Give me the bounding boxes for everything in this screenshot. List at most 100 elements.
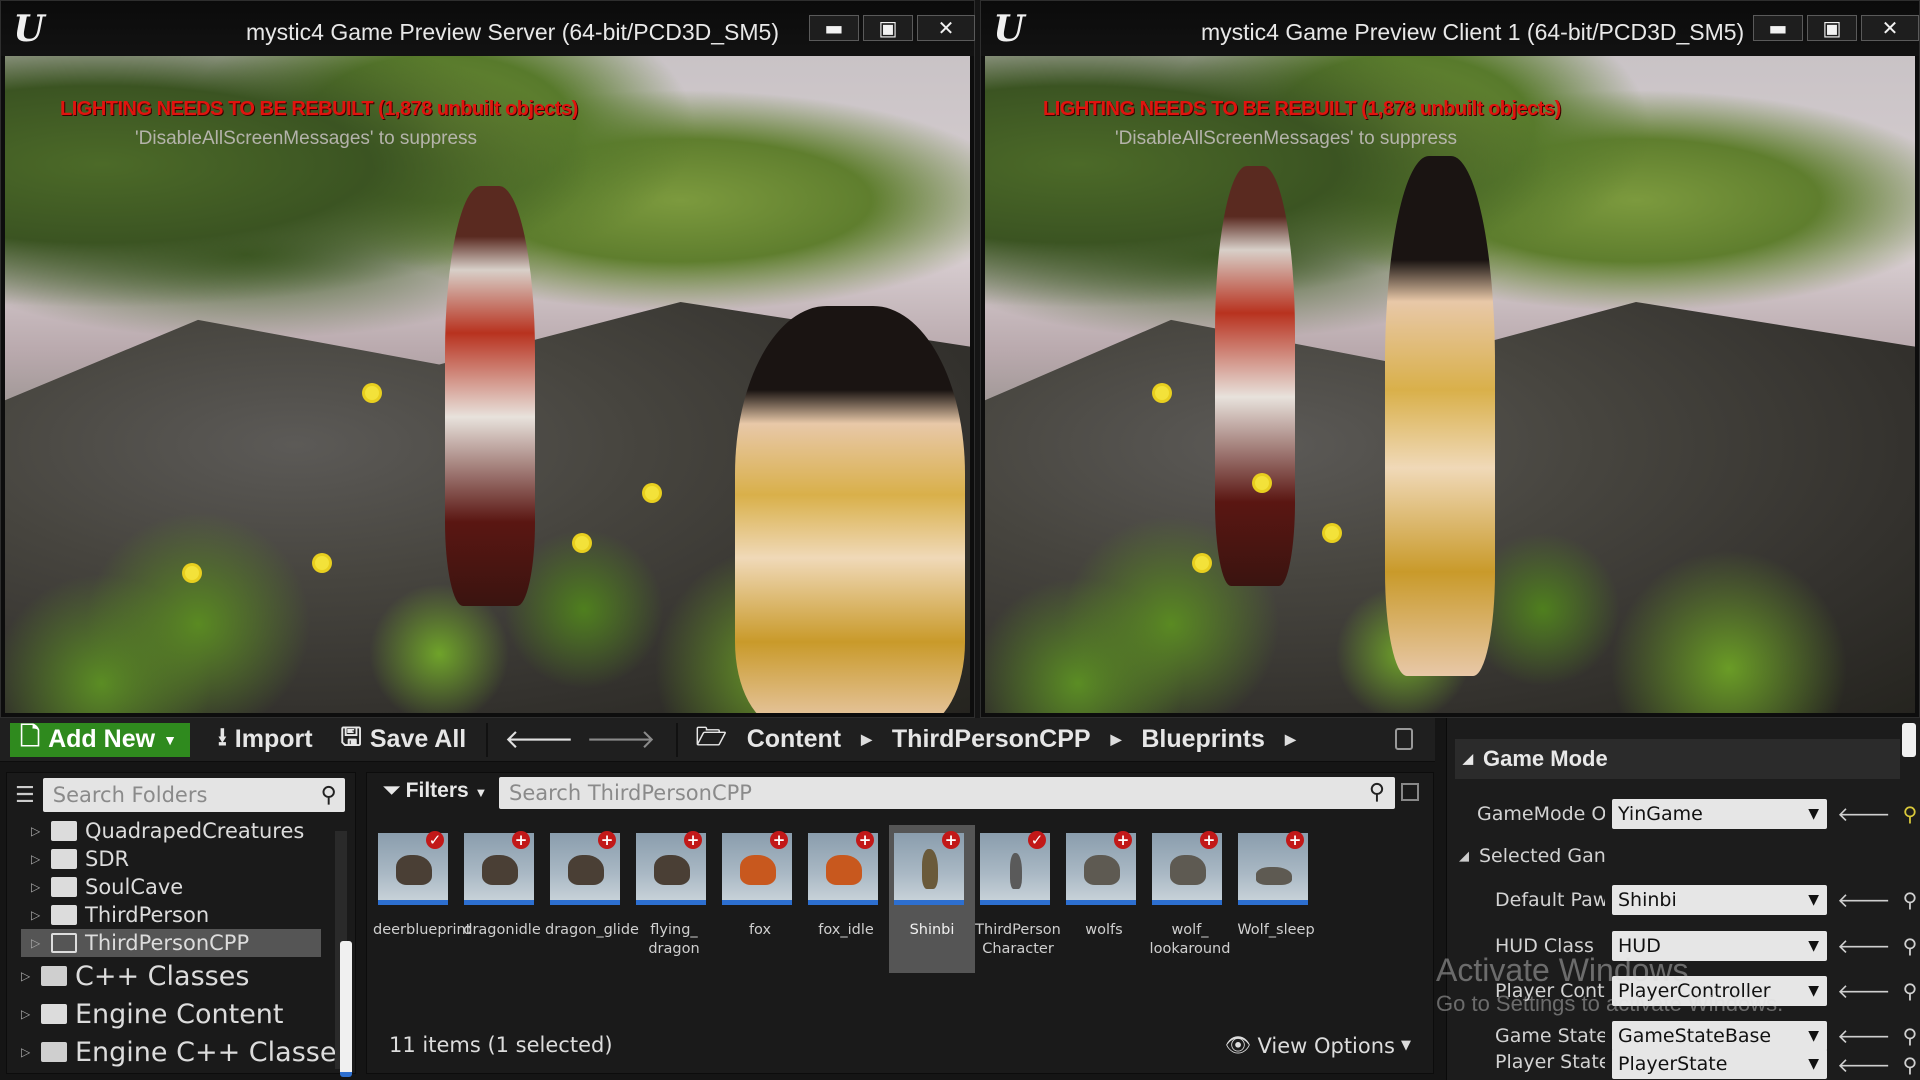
asset-tile[interactable]: + wolfs [1061, 825, 1147, 973]
preview-window-server[interactable]: U mystic4 Game Preview Server (64-bit/PC… [0, 0, 975, 718]
folder-item[interactable]: ▷ C++ Classes [21, 957, 355, 995]
folder-label: Engine Content [75, 998, 284, 1030]
preview-window-client[interactable]: U mystic4 Game Preview Client 1 (64-bit/… [980, 0, 1920, 718]
use-selected-arrow-icon[interactable]: 🡐 [1837, 802, 1891, 826]
asset-tile[interactable]: + fox_idle [803, 825, 889, 973]
import-button[interactable]: ⭳ Import [218, 718, 313, 761]
folder-item[interactable]: ▷ SDR [21, 845, 355, 873]
asset-tile[interactable]: + wolf_ lookaround [1147, 825, 1233, 973]
asset-label: flying_ dragon [648, 922, 700, 957]
maximize-button[interactable]: ▣ [863, 15, 913, 41]
browse-icon[interactable]: ⚲ [1903, 802, 1918, 826]
filters-button[interactable]: ⏷ Filters ▼ [383, 779, 487, 803]
game-viewport[interactable]: 'DisableAllScreenMessages' to suppress L… [5, 56, 970, 713]
asset-thumbnail: + [1066, 831, 1136, 905]
property-label: HUD Class [1495, 935, 1594, 957]
expand-arrow-icon[interactable]: ▷ [31, 852, 43, 866]
title-bar[interactable]: U mystic4 Game Preview Client 1 (64-bit/… [981, 1, 1919, 56]
breadcrumb-item[interactable]: Content [747, 725, 841, 754]
expand-arrow-icon[interactable]: ▷ [21, 1045, 33, 1059]
character-warrior [1215, 166, 1295, 586]
chevron-down-icon: ▼ [1808, 892, 1819, 908]
folder-scrollbar[interactable] [335, 831, 352, 1077]
details-scrollbar[interactable] [1902, 723, 1916, 757]
folder-item[interactable]: ▷ SoulCave [21, 873, 355, 901]
category-game-mode[interactable]: ◢ Game Mode [1455, 739, 1900, 779]
chevron-right-icon[interactable]: ▶ [1285, 731, 1296, 748]
view-options-button[interactable]: 👁 View Options ▼ [1225, 1033, 1411, 1058]
collapse-arrow-icon[interactable]: ◢ [1463, 751, 1473, 767]
chevron-down-icon: ▼ [1808, 983, 1819, 999]
wolf-thumbnail-icon [1256, 867, 1292, 885]
combo-value: PlayerState [1618, 1053, 1728, 1075]
gamemode-override-combo[interactable]: YinGame ▼ [1612, 799, 1827, 829]
asset-thumbnail: + [1238, 831, 1308, 905]
use-selected-arrow-icon[interactable]: 🡐 [1837, 934, 1891, 958]
collapse-arrow-icon[interactable]: ◢ [1459, 849, 1469, 864]
close-button[interactable]: ✕ [917, 15, 975, 41]
folder-item[interactable]: ▷ ThirdPerson [21, 901, 355, 929]
default-pawn-combo[interactable]: Shinbi ▼ [1612, 885, 1827, 915]
save-all-button[interactable]: 🖫 Save All [341, 718, 467, 761]
minimize-button[interactable]: ▬ [1753, 15, 1803, 41]
browse-icon[interactable]: ⚲ [1903, 1053, 1918, 1077]
browse-icon[interactable]: ⚲ [1903, 888, 1918, 912]
folder-item[interactable]: ▷ Engine Content [21, 995, 355, 1033]
lighting-warning: LIGHTING NEEDS TO BE REBUILT (1,878 unbu… [1043, 98, 1561, 120]
title-bar[interactable]: U mystic4 Game Preview Server (64-bit/PC… [1, 1, 975, 56]
expand-arrow-icon[interactable]: ▷ [31, 880, 43, 894]
checkmark-badge-icon: ✓ [1028, 831, 1046, 849]
folder-icon [51, 821, 77, 841]
folder-item-selected[interactable]: ▷ ThirdPersonCPP [21, 929, 321, 957]
breadcrumb-item[interactable]: Blueprints [1141, 725, 1265, 754]
browse-icon[interactable]: ⚲ [1903, 934, 1918, 958]
asset-tile[interactable]: + dragon_glide [545, 825, 639, 973]
forward-arrow-icon[interactable]: 🡒 [586, 724, 656, 755]
scrollbar-thumb[interactable] [340, 941, 352, 1077]
minimize-button[interactable]: ▬ [809, 15, 859, 41]
folder-item[interactable]: ▷ Engine C++ Classes [21, 1033, 355, 1071]
add-new-button[interactable]: 🗋 Add New ▼ [10, 722, 190, 757]
plus-badge-icon: + [856, 831, 874, 849]
save-search-icon[interactable] [1401, 783, 1419, 801]
asset-tile[interactable]: + dragonidle [459, 825, 545, 973]
use-selected-arrow-icon[interactable]: 🡐 [1837, 888, 1891, 912]
maximize-button[interactable]: ▣ [1807, 15, 1857, 41]
asset-tile[interactable]: + flying_ dragon [631, 825, 717, 973]
asset-tile[interactable]: ✓ ThirdPerson Character [975, 825, 1061, 973]
back-arrow-icon[interactable]: 🡐 [504, 724, 574, 755]
chevron-right-icon[interactable]: ▶ [1111, 731, 1122, 748]
combo-value: YinGame [1618, 803, 1703, 825]
search-assets-input[interactable]: Search ThirdPersonCPP ⚲ [499, 777, 1395, 809]
game-viewport[interactable]: 'DisableAllScreenMessages' to suppress L… [985, 56, 1915, 713]
folder-tree-panel: ☰ Search Folders ⚲ ▷ QuadrapedCreatures ▷… [6, 772, 356, 1077]
lock-icon[interactable] [1395, 728, 1413, 750]
player-state-combo[interactable]: PlayerState ▼ [1612, 1049, 1827, 1079]
asset-tile[interactable]: ✓ deerblueprint [373, 825, 471, 973]
player-controller-combo[interactable]: PlayerController ▼ [1612, 976, 1827, 1006]
folder-label: ThirdPerson [85, 903, 210, 927]
use-selected-arrow-icon[interactable]: 🡐 [1837, 1053, 1891, 1077]
close-button[interactable]: ✕ [1861, 15, 1919, 41]
add-new-label: Add New [48, 725, 156, 753]
breadcrumb-item[interactable]: ThirdPersonCPP [892, 725, 1091, 754]
tree-toggle-icon[interactable]: ☰ [15, 783, 35, 808]
folder-item[interactable]: ▷ QuadrapedCreatures [21, 817, 355, 845]
asset-tile[interactable]: + fox [717, 825, 803, 973]
use-selected-arrow-icon[interactable]: 🡐 [1837, 979, 1891, 1003]
hud-class-combo[interactable]: HUD ▼ [1612, 931, 1827, 961]
unreal-logo-icon: U [993, 7, 1025, 50]
flower [1195, 556, 1209, 570]
toolbar-divider [486, 722, 489, 757]
asset-tile[interactable]: + Wolf_sleep [1233, 825, 1319, 973]
expand-arrow-icon[interactable]: ▷ [31, 824, 43, 838]
browse-icon[interactable]: ⚲ [1903, 979, 1918, 1003]
flower [575, 536, 589, 550]
chevron-right-icon[interactable]: ▶ [861, 731, 872, 748]
expand-arrow-icon[interactable]: ▷ [21, 969, 33, 983]
asset-tile-selected[interactable]: + Shinbi [889, 825, 975, 973]
expand-arrow-icon[interactable]: ▷ [31, 908, 43, 922]
expand-arrow-icon[interactable]: ▷ [21, 1007, 33, 1021]
search-folders-input[interactable]: Search Folders ⚲ [42, 778, 345, 812]
expand-arrow-icon[interactable]: ▷ [31, 936, 43, 950]
